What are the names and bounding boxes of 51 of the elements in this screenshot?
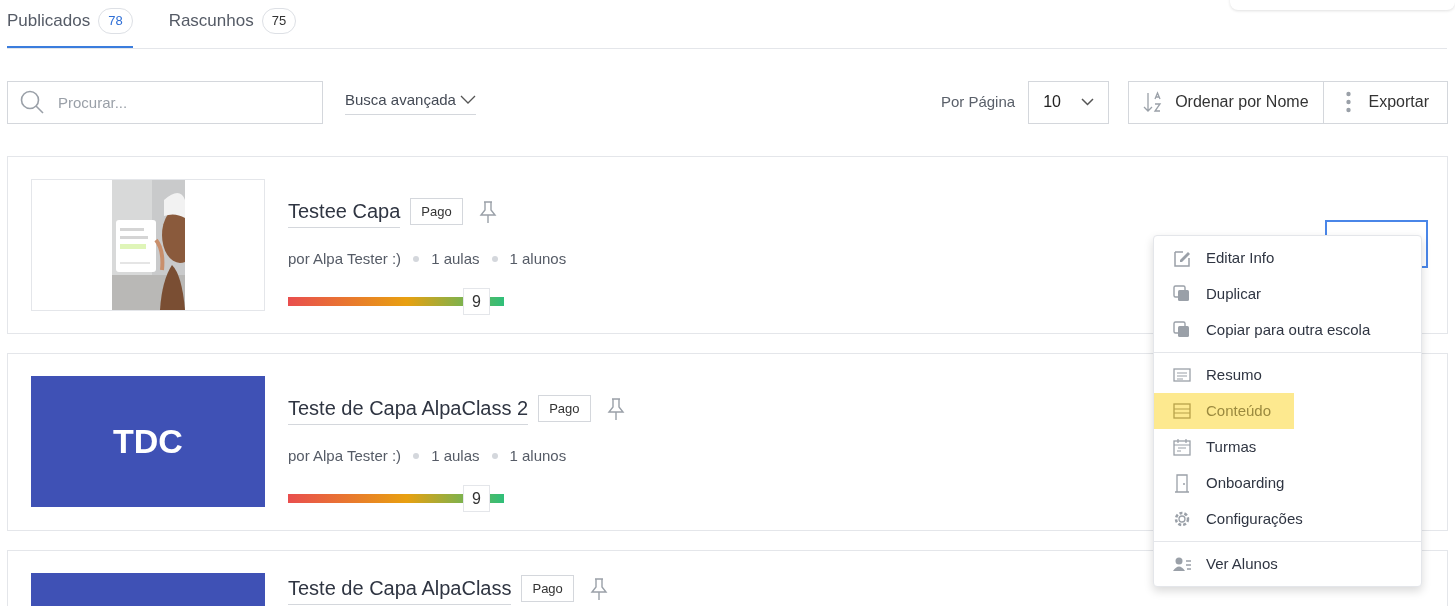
copy-icon bbox=[1172, 320, 1192, 340]
menu-item[interactable]: Configurações bbox=[1154, 501, 1315, 537]
dot-separator bbox=[413, 452, 420, 459]
menu-item[interactable]: Ver Alunos bbox=[1154, 546, 1294, 582]
menu-item[interactable]: Turmas bbox=[1154, 429, 1294, 465]
advanced-search-link[interactable]: Busca avançada bbox=[345, 88, 476, 116]
price-badge: Pago bbox=[521, 574, 574, 603]
per-page-select[interactable]: 10 bbox=[1028, 80, 1110, 124]
pin-icon[interactable] bbox=[478, 199, 497, 224]
dot-separator bbox=[491, 452, 498, 459]
course-title[interactable]: Teste de Capa AlpaClass 2 bbox=[288, 392, 529, 425]
copy-icon bbox=[1172, 284, 1192, 304]
students-count: 1 alunos bbox=[509, 445, 567, 466]
menu-item[interactable]: Onboarding bbox=[1154, 465, 1297, 501]
score-marker: 9 bbox=[462, 288, 490, 315]
tab[interactable]: Rascunhos 75 bbox=[168, 8, 297, 48]
chevron-down-icon bbox=[1081, 98, 1095, 106]
per-page-label: Por Página bbox=[940, 91, 1016, 112]
price-badge: Pago bbox=[410, 197, 463, 226]
export-button[interactable]: Exportar bbox=[1323, 80, 1448, 124]
lessons-count: 1 aulas bbox=[431, 445, 480, 466]
lessons-count: 1 aulas bbox=[431, 248, 480, 269]
pin-icon[interactable] bbox=[606, 396, 625, 421]
pin-icon[interactable] bbox=[589, 576, 608, 601]
more-vertical-icon bbox=[1345, 91, 1351, 113]
students-count: 1 alunos bbox=[509, 248, 567, 269]
search-field[interactable]: Procurar... bbox=[7, 80, 323, 124]
sort-button[interactable]: Ordenar por Nome bbox=[1128, 80, 1324, 124]
calendar-icon bbox=[1172, 437, 1192, 457]
author-text: por Alpa Tester :) bbox=[288, 445, 402, 466]
dot-separator bbox=[491, 255, 498, 262]
layers-icon bbox=[1172, 401, 1192, 421]
course-title[interactable]: Testee Capa bbox=[288, 195, 401, 228]
sort-icon bbox=[1143, 90, 1164, 114]
menu-item[interactable]: Resumo bbox=[1154, 357, 1294, 393]
price-badge: Pago bbox=[538, 394, 591, 423]
search-icon bbox=[19, 88, 45, 115]
edit-icon bbox=[1172, 248, 1192, 268]
course-title[interactable]: Teste de Capa AlpaClass bbox=[288, 572, 512, 605]
door-icon bbox=[1172, 473, 1192, 493]
cover-initials: TDC bbox=[113, 420, 183, 462]
gear-icon bbox=[1172, 509, 1192, 529]
score-marker: 9 bbox=[462, 485, 490, 512]
menu-item[interactable]: Copiar para outra escola bbox=[1154, 312, 1383, 348]
list-icon bbox=[1172, 365, 1192, 385]
menu-item[interactable]: Duplicar bbox=[1154, 276, 1294, 312]
dot-separator bbox=[413, 255, 420, 262]
author-text: por Alpa Tester :) bbox=[288, 248, 402, 269]
tab[interactable]: Publicados 78 bbox=[7, 8, 133, 48]
menu-item[interactable]: Editar Info bbox=[1154, 240, 1294, 276]
chevron-down-icon bbox=[459, 95, 476, 105]
